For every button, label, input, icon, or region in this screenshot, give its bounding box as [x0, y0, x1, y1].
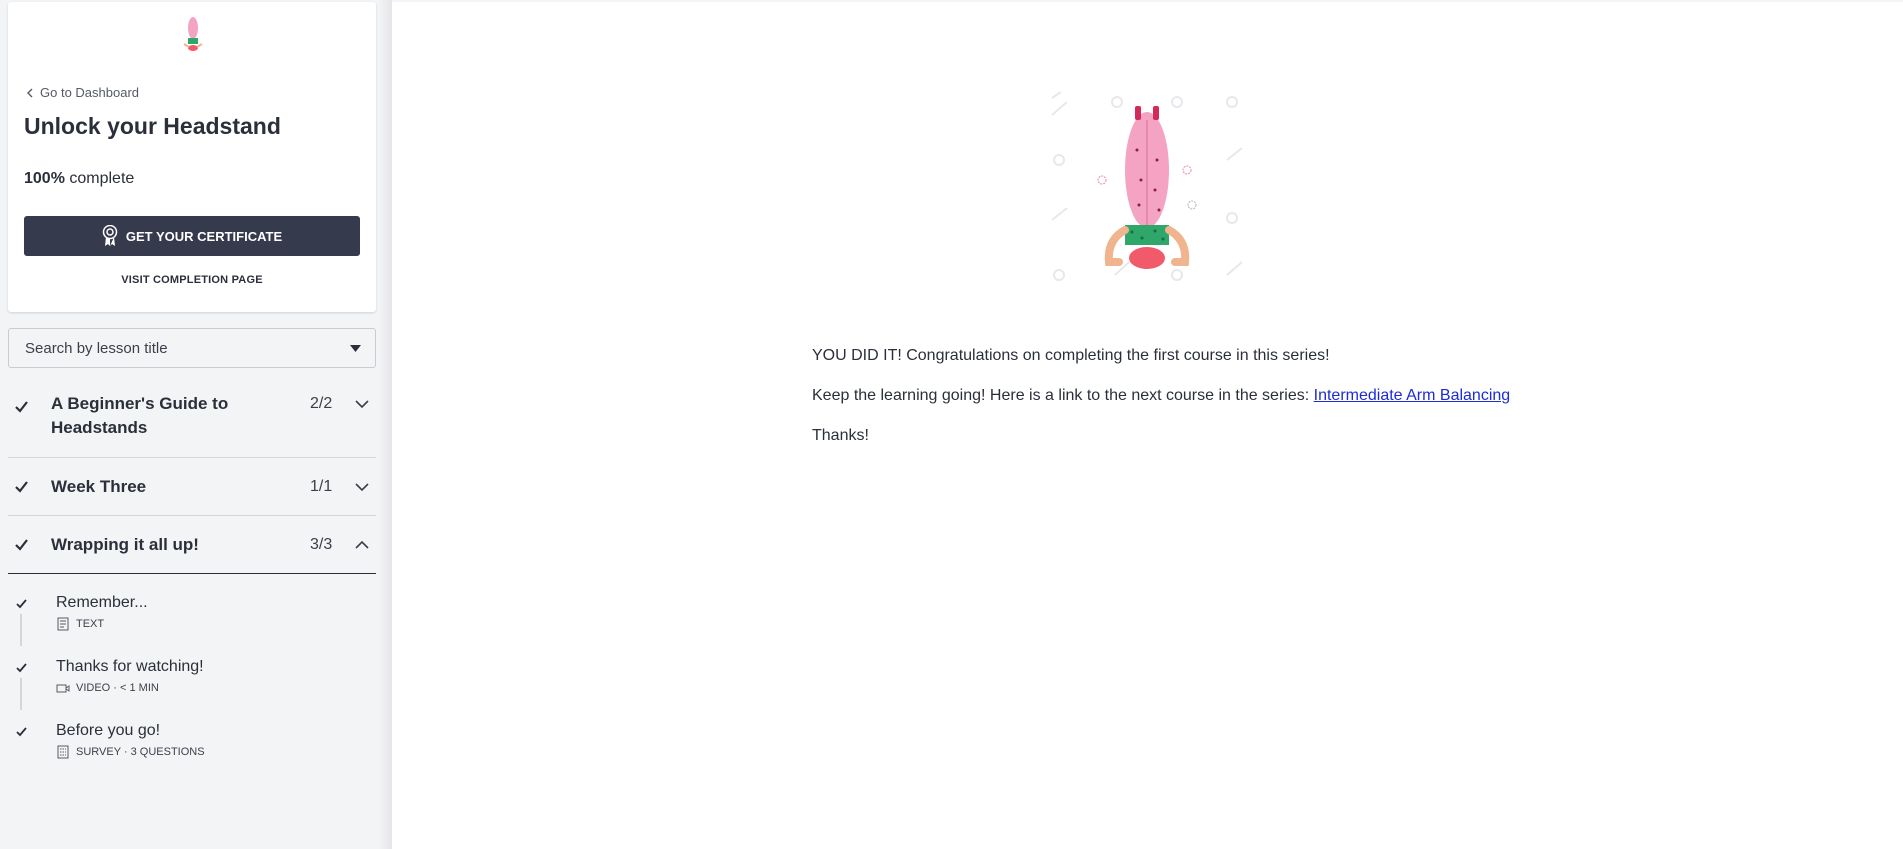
chevron-down-icon[interactable] — [355, 483, 369, 492]
certificate-ribbon-icon — [102, 225, 118, 246]
lesson-meta-label: VIDEO · < 1 MIN — [76, 682, 159, 694]
check-icon — [16, 663, 27, 673]
chapter-week-three[interactable]: Week Three 1/1 — [8, 458, 376, 516]
course-card: Go to Dashboard Unlock your Headstand 10… — [8, 2, 376, 312]
check-icon — [15, 401, 28, 413]
chapter-count: 3/3 — [310, 536, 333, 553]
congratulations-paragraph: YOU DID IT! Congratulations on completin… — [812, 347, 1330, 364]
progress-percent: 100% — [24, 170, 65, 187]
chapter-wrapping-it-all-up[interactable]: Wrapping it all up! 3/3 — [8, 516, 376, 574]
chevron-up-icon[interactable] — [355, 540, 369, 549]
lesson-meta-label: SURVEY · 3 QUESTIONS — [76, 746, 205, 758]
course-sidebar: Go to Dashboard Unlock your Headstand 10… — [0, 0, 392, 849]
intermediate-arm-balancing-link[interactable]: Intermediate Arm Balancing — [1314, 387, 1511, 404]
lesson-meta: SURVEY · 3 QUESTIONS — [56, 745, 205, 759]
lesson-content: YOU DID IT! Congratulations on completin… — [392, 2, 1903, 849]
chapter-title: Week Three — [51, 477, 147, 496]
lesson-connector-line — [20, 614, 22, 646]
lesson-search-placeholder: Search by lesson title — [25, 339, 168, 357]
completion-message: YOU DID IT! Congratulations on completin… — [812, 346, 1612, 466]
check-icon — [15, 539, 28, 551]
course-progress: 100% complete — [24, 170, 134, 188]
go-to-dashboard-link[interactable]: Go to Dashboard — [26, 85, 139, 100]
lesson-item-before-you-go[interactable]: Before you go! SURVEY · 3 QUESTIONS — [8, 722, 376, 782]
thanks-paragraph: Thanks! — [812, 427, 869, 444]
lesson-title: Before you go! — [56, 722, 161, 739]
check-icon — [16, 727, 27, 737]
survey-clipboard-icon — [57, 745, 69, 759]
course-title: Unlock your Headstand — [24, 113, 281, 139]
lesson-title: Remember... — [56, 594, 148, 611]
lesson-meta-label: TEXT — [76, 618, 105, 630]
lesson-search-dropdown[interactable]: Search by lesson title — [8, 328, 376, 368]
get-certificate-button[interactable]: GET YOUR CERTIFICATE — [24, 216, 360, 256]
next-course-text: Keep the learning going! Here is a link … — [812, 387, 1314, 404]
progress-suffix: complete — [69, 170, 135, 187]
chapter-title: A Beginner's Guide to Headstands — [51, 394, 229, 437]
lesson-item-remember[interactable]: Remember... TEXT — [8, 594, 376, 654]
chevron-down-icon[interactable] — [355, 400, 369, 409]
headstand-logo-icon — [183, 17, 203, 51]
check-icon — [16, 599, 27, 609]
lesson-item-thanks-for-watching[interactable]: Thanks for watching! VIDEO · < 1 MIN — [8, 658, 376, 718]
chapter-title: Wrapping it all up! — [51, 535, 199, 554]
visit-completion-page-link[interactable]: VISIT COMPLETION PAGE — [8, 274, 376, 286]
lesson-meta: VIDEO · < 1 MIN — [56, 681, 159, 695]
video-camera-icon — [56, 684, 70, 693]
chapter-count: 2/2 — [310, 395, 333, 412]
lesson-meta: TEXT — [56, 617, 104, 631]
lesson-connector-line — [20, 678, 22, 710]
chapter-beginners-guide[interactable]: A Beginner's Guide to Headstands 2/2 — [8, 368, 376, 458]
chapter-count: 1/1 — [310, 478, 333, 495]
headstand-illustration-icon — [1051, 91, 1243, 281]
text-document-icon — [57, 617, 69, 631]
chevron-left-icon — [27, 88, 33, 97]
check-icon — [15, 481, 28, 493]
caret-down-icon — [350, 344, 361, 352]
get-certificate-label: GET YOUR CERTIFICATE — [125, 228, 283, 244]
lesson-title: Thanks for watching! — [56, 658, 204, 675]
next-course-paragraph: Keep the learning going! Here is a link … — [812, 386, 1612, 406]
go-to-dashboard-label: Go to Dashboard — [40, 85, 140, 100]
app-layout: Go to Dashboard Unlock your Headstand 10… — [0, 0, 1903, 849]
